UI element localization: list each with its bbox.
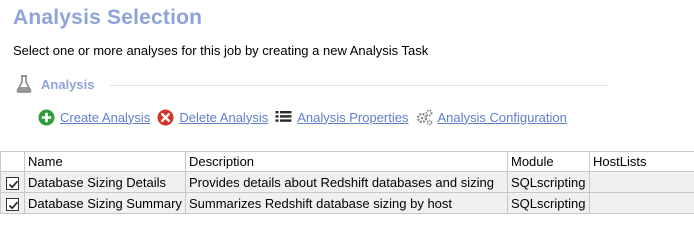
delete-analysis-button[interactable]: Delete Analysis bbox=[157, 109, 268, 126]
page-subtitle: Select one or more analyses for this job… bbox=[13, 43, 429, 58]
checkmark-icon bbox=[8, 201, 19, 209]
list-icon bbox=[275, 109, 292, 126]
column-header-module[interactable]: Module bbox=[507, 151, 590, 172]
analysis-configuration-label: Analysis Configuration bbox=[437, 109, 567, 125]
column-header-name[interactable]: Name bbox=[24, 151, 186, 172]
row-checkbox-cell bbox=[0, 192, 25, 214]
gears-icon bbox=[416, 109, 433, 126]
row-checkbox[interactable] bbox=[6, 176, 19, 190]
cell-description: Summarizes Redshift database sizing by h… bbox=[185, 192, 508, 214]
section-divider bbox=[110, 85, 608, 86]
row-checkbox-cell bbox=[0, 171, 25, 193]
analysis-selection-page: Analysis Selection Select one or more an… bbox=[0, 0, 694, 252]
page-title: Analysis Selection bbox=[13, 6, 203, 29]
create-analysis-button[interactable]: Create Analysis bbox=[38, 109, 150, 126]
cell-description: Provides details about Redshift database… bbox=[185, 171, 508, 193]
analysis-properties-button[interactable]: Analysis Properties bbox=[275, 109, 409, 126]
analysis-configuration-button[interactable]: Analysis Configuration bbox=[416, 109, 567, 126]
cell-hostlists bbox=[589, 192, 694, 214]
table-row[interactable]: Database Sizing Summary Summarizes Redsh… bbox=[0, 192, 694, 214]
analysis-table: Name Description Module HostLists Databa… bbox=[0, 151, 694, 214]
row-checkbox[interactable] bbox=[6, 197, 19, 211]
x-circle-icon bbox=[157, 109, 174, 126]
section-label: Analysis bbox=[41, 76, 95, 92]
table-header-row: Name Description Module HostLists bbox=[0, 151, 694, 172]
checkmark-icon bbox=[8, 180, 19, 188]
table-row[interactable]: Database Sizing Details Provides details… bbox=[0, 171, 694, 193]
cell-name: Database Sizing Details bbox=[24, 171, 186, 193]
analysis-section-header: Analysis bbox=[16, 74, 94, 94]
plus-circle-icon bbox=[38, 109, 55, 126]
analysis-toolbar: Create Analysis Delete Analysis Analysis… bbox=[38, 106, 574, 128]
flask-icon bbox=[16, 75, 32, 93]
delete-analysis-label: Delete Analysis bbox=[179, 109, 269, 125]
column-header-checkbox bbox=[0, 151, 25, 172]
column-header-hostlists[interactable]: HostLists bbox=[589, 151, 694, 172]
column-header-description[interactable]: Description bbox=[185, 151, 508, 172]
cell-module: SQLscripting bbox=[507, 192, 590, 214]
cell-module: SQLscripting bbox=[507, 171, 590, 193]
analysis-properties-label: Analysis Properties bbox=[297, 109, 409, 125]
cell-name: Database Sizing Summary bbox=[24, 192, 186, 214]
cell-hostlists bbox=[589, 171, 694, 193]
create-analysis-label: Create Analysis bbox=[60, 109, 151, 125]
